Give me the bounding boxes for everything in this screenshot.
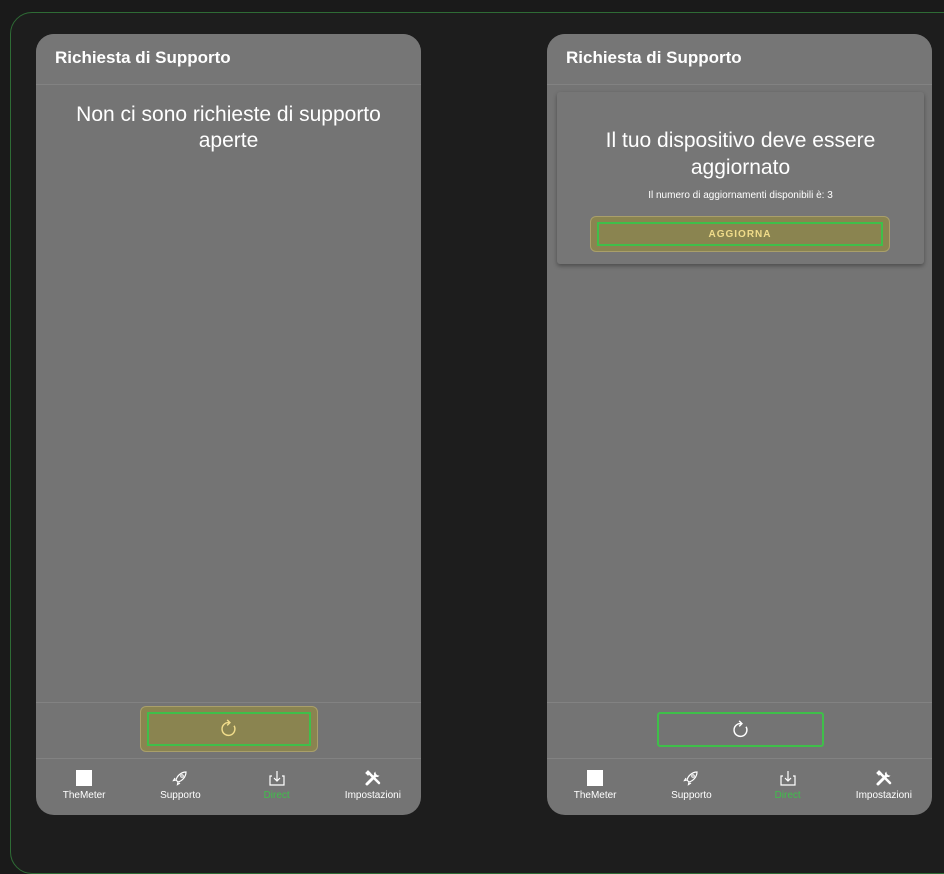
nav-item-impostazioni[interactable]: Impostazioni <box>836 759 932 815</box>
refresh-icon <box>732 719 748 737</box>
nav-label: TheMeter <box>62 790 106 801</box>
nav-item-themeter[interactable]: TheMeter <box>36 759 132 815</box>
bottom-navigation: TheMeter Supporto Direct Impostazioni <box>36 758 421 815</box>
rocket-icon <box>683 771 698 786</box>
rocket-icon <box>172 771 187 786</box>
phone-screen-right: Richiesta di Supporto Il tuo dispositivo… <box>547 34 932 815</box>
refresh-button[interactable] <box>657 712 824 747</box>
app-bar: Richiesta di Supporto <box>36 34 421 85</box>
refresh-button[interactable] <box>140 706 318 752</box>
nav-item-impostazioni[interactable]: Impostazioni <box>325 759 421 815</box>
phone-screen-left: Richiesta di Supporto Non ci sono richie… <box>36 34 421 815</box>
nav-label: Impostazioni <box>855 790 912 801</box>
nav-item-direct[interactable]: Direct <box>229 759 325 815</box>
nav-label: Impostazioni <box>344 790 401 801</box>
tools-icon <box>365 770 381 786</box>
nav-label: Direct <box>774 790 801 801</box>
bottom-action-area <box>36 702 421 759</box>
tools-icon <box>876 770 892 786</box>
update-button[interactable]: AGGIORNA <box>590 216 890 252</box>
update-card-subtitle: Il numero di aggiornamenti disponibili è… <box>648 190 833 201</box>
download-icon <box>269 771 285 786</box>
bottom-navigation: TheMeter Supporto Direct Impostazioni <box>547 758 932 815</box>
update-button-label: AGGIORNA <box>597 222 883 246</box>
refresh-icon <box>221 719 236 737</box>
empty-state-message: Non ci sono richieste di supporto aperte <box>76 103 381 152</box>
update-card-title: Il tuo dispositivo deve essere aggiornat… <box>605 129 876 179</box>
nav-item-direct[interactable]: Direct <box>740 759 836 815</box>
update-card: Il tuo dispositivo deve essere aggiornat… <box>557 92 924 264</box>
nav-item-supporto[interactable]: Supporto <box>132 759 228 815</box>
nav-label: TheMeter <box>573 790 617 801</box>
square-icon <box>587 770 604 786</box>
nav-label: Direct <box>263 790 290 801</box>
nav-item-supporto[interactable]: Supporto <box>643 759 739 815</box>
nav-label: Supporto <box>160 790 201 801</box>
square-icon <box>76 770 93 786</box>
nav-label: Supporto <box>671 790 712 801</box>
nav-item-themeter[interactable]: TheMeter <box>547 759 643 815</box>
bottom-action-area <box>547 702 932 759</box>
app-bar: Richiesta di Supporto <box>547 34 932 85</box>
app-bar-title: Richiesta di Supporto <box>55 48 231 67</box>
refresh-button-focus-ring <box>147 712 311 746</box>
app-bar-title: Richiesta di Supporto <box>566 48 742 67</box>
download-icon <box>780 771 796 786</box>
